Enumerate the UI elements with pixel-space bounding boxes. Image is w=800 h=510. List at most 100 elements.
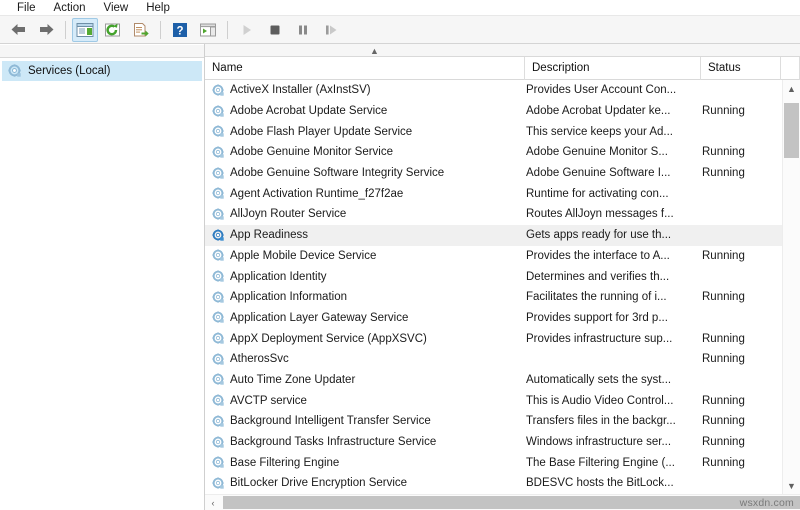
cell-service-name: Background Tasks Infrastructure Service <box>205 436 525 449</box>
back-arrow-icon <box>9 22 28 37</box>
table-row[interactable]: App ReadinessGets apps ready for use th.… <box>205 225 782 246</box>
cell-service-name: AVCTP service <box>205 394 525 407</box>
menu-file[interactable]: File <box>8 0 45 16</box>
stop-service-button[interactable] <box>262 18 288 42</box>
column-header-status[interactable]: Status <box>701 57 781 80</box>
table-row[interactable]: Background Tasks Infrastructure ServiceW… <box>205 432 782 453</box>
table-row[interactable]: Auto Time Zone UpdaterAutomatically sets… <box>205 370 782 391</box>
horizontal-scroll-thumb[interactable] <box>223 496 800 509</box>
cell-service-status: Running <box>701 333 781 345</box>
show-action-pane-button[interactable] <box>195 18 221 42</box>
menu-view[interactable]: View <box>95 0 138 16</box>
column-header-description[interactable]: Description <box>525 57 701 80</box>
table-row[interactable]: AtherosSvcRunning <box>205 349 782 370</box>
cell-service-status: Running <box>701 146 781 158</box>
forward-arrow-icon <box>37 22 56 37</box>
service-name-label: Application Identity <box>230 271 327 283</box>
table-row[interactable]: Agent Activation Runtime_f27f2aeRuntime … <box>205 183 782 204</box>
table-row[interactable]: Adobe Flash Player Update ServiceThis se… <box>205 121 782 142</box>
horizontal-scroll-track[interactable] <box>221 495 784 510</box>
export-list-icon <box>132 22 150 38</box>
cell-service-status: Running <box>701 250 781 262</box>
service-name-label: AVCTP service <box>230 395 307 407</box>
refresh-icon <box>104 22 122 38</box>
gear-icon <box>212 415 225 428</box>
scroll-down-arrow-icon[interactable]: ▼ <box>783 477 800 494</box>
cell-service-description: Windows infrastructure ser... <box>525 436 701 448</box>
cell-service-name: Agent Activation Runtime_f27f2ae <box>205 187 525 200</box>
pause-service-button[interactable] <box>290 18 316 42</box>
cell-service-status: Running <box>701 436 781 448</box>
tree-header-strip <box>0 45 204 58</box>
gear-icon <box>212 208 225 221</box>
cell-service-description: This service keeps your Ad... <box>525 126 701 138</box>
service-name-label: AppX Deployment Service (AppXSVC) <box>230 333 427 345</box>
gear-icon <box>212 436 225 449</box>
gear-icon <box>212 249 225 262</box>
service-name-label: AtherosSvc <box>230 353 289 365</box>
service-name-label: Agent Activation Runtime_f27f2ae <box>230 188 403 200</box>
help-icon: ? <box>172 22 188 38</box>
menu-help[interactable]: Help <box>137 0 179 16</box>
cell-service-name: App Readiness <box>205 229 525 242</box>
table-row[interactable]: BitLocker Drive Encryption Service BDESVC… <box>205 473 782 494</box>
cell-service-name: Adobe Genuine Software Integrity Service <box>205 167 525 180</box>
forward-button[interactable] <box>33 18 59 42</box>
table-row[interactable]: AllJoyn Router ServiceRoutes AllJoyn mes… <box>205 204 782 225</box>
tree-node-services-local[interactable]: Services (Local) <box>2 61 202 81</box>
pause-service-icon <box>295 22 311 38</box>
table-row[interactable]: Application Identity Determines and verif… <box>205 266 782 287</box>
cell-service-description: Automatically sets the syst... <box>525 374 701 386</box>
table-row[interactable]: AVCTP serviceThis is Audio Video Control… <box>205 390 782 411</box>
menu-bar: File Action View Help <box>0 0 800 16</box>
cell-service-description: Provides User Account Con... <box>525 84 701 96</box>
table-row[interactable]: Adobe Genuine Software Integrity Service… <box>205 163 782 184</box>
show-action-pane-icon <box>199 22 217 38</box>
cell-service-status: Running <box>701 167 781 179</box>
table-row[interactable]: Application Layer Gateway ServiceProvide… <box>205 308 782 329</box>
gear-icon <box>212 229 225 242</box>
stop-service-icon <box>267 22 283 38</box>
restart-service-button[interactable] <box>318 18 344 42</box>
export-list-button[interactable] <box>128 18 154 42</box>
sort-ascending-icon: ▲ <box>370 47 379 55</box>
cell-service-description: The Base Filtering Engine (... <box>525 457 701 469</box>
toolbar-separator-2 <box>160 21 161 39</box>
table-row[interactable]: AppX Deployment Service (AppXSVC)Provide… <box>205 328 782 349</box>
table-row[interactable]: Background Intelligent Transfer ServiceT… <box>205 411 782 432</box>
vertical-scroll-thumb[interactable] <box>784 103 799 158</box>
service-name-label: Application Information <box>230 291 347 303</box>
cell-service-description: BDESVC hosts the BitLock... <box>525 477 701 489</box>
cell-service-name: Application Layer Gateway Service <box>205 311 525 324</box>
cell-service-description: Determines and verifies th... <box>525 271 701 283</box>
menu-action[interactable]: Action <box>45 0 95 16</box>
table-row[interactable]: ActiveX Installer (AxInstSV)Provides Use… <box>205 80 782 101</box>
table-row[interactable]: Application InformationFacilitates the r… <box>205 287 782 308</box>
toolbar-separator-3 <box>227 21 228 39</box>
cell-service-description: Gets apps ready for use th... <box>525 229 701 241</box>
column-header-name[interactable]: Name <box>205 57 525 80</box>
back-button[interactable] <box>5 18 31 42</box>
refresh-button[interactable] <box>100 18 126 42</box>
vertical-scroll-track[interactable] <box>783 97 800 477</box>
table-row[interactable]: Adobe Acrobat Update ServiceAdobe Acroba… <box>205 101 782 122</box>
table-row[interactable]: Adobe Genuine Monitor Service Adobe Genui… <box>205 142 782 163</box>
cell-service-description: Routes AllJoyn messages f... <box>525 208 701 220</box>
main-body: Services (Local) ▲ Name Description Stat… <box>0 44 800 510</box>
table-row[interactable]: Base Filtering EngineThe Base Filtering … <box>205 452 782 473</box>
cell-service-status: Running <box>701 105 781 117</box>
table-row[interactable]: Apple Mobile Device ServiceProvides the … <box>205 246 782 267</box>
service-name-label: Adobe Genuine Monitor Service <box>230 146 393 158</box>
horizontal-scrollbar[interactable]: ‹ › <box>205 494 800 510</box>
gear-icon <box>212 187 225 200</box>
scroll-left-arrow-icon[interactable]: ‹ <box>205 495 221 510</box>
help-button[interactable]: ? <box>167 18 193 42</box>
start-service-button[interactable] <box>234 18 260 42</box>
show-hide-tree-button[interactable] <box>72 18 98 42</box>
service-name-label: BitLocker Drive Encryption Service <box>230 477 407 489</box>
cell-service-name: Application Identity <box>205 270 525 283</box>
scroll-up-arrow-icon[interactable]: ▲ <box>783 80 800 97</box>
cell-service-description: Adobe Genuine Monitor S... <box>525 146 701 158</box>
vertical-scrollbar[interactable]: ▲ ▼ <box>782 80 800 494</box>
cell-service-description: Adobe Acrobat Updater ke... <box>525 105 701 117</box>
